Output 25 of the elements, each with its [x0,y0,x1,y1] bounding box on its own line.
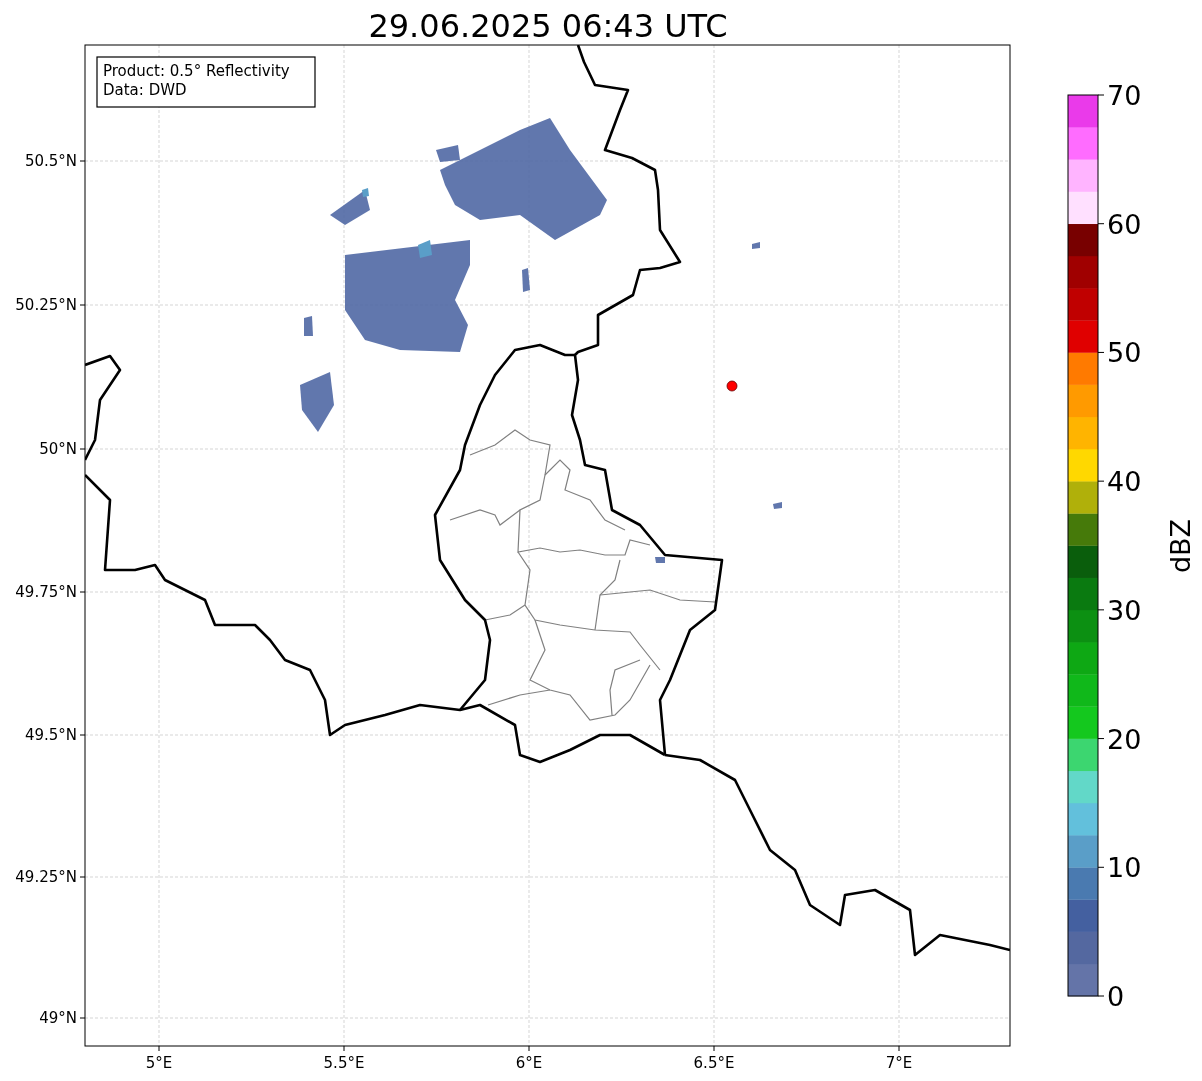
info-text: Product: 0.5° Reflectivity [103,62,290,80]
location-marker [726,380,738,392]
tick-label: 0 [1107,981,1125,1012]
tick-label: 49°N [39,1009,77,1027]
colorbar-label: dBZ [1165,518,1196,574]
tick-label: 50°N [39,440,77,458]
tick-label: 10 [1107,852,1142,884]
tick-label: 6°E [515,1054,543,1072]
tick-label: 50 [1107,337,1142,369]
tick-label: 60 [1107,208,1142,240]
tick-label: 5.5°E [323,1054,365,1072]
tick-label: 70 [1107,80,1142,111]
tick-label: 5°E [145,1054,173,1072]
tick-label: 50.5°N [24,152,77,170]
tick-label: 30 [1107,594,1142,626]
tick-label: 7°E [885,1054,913,1072]
chart-title: 29.06.2025 06:43 UTC [368,7,728,45]
tick-label: 6.5°E [693,1054,735,1072]
tick-label: 49.75°N [15,583,77,601]
tick-label: 49.25°N [15,868,77,886]
tick-label: 50.25°N [15,296,77,314]
tick-label: 40 [1107,466,1142,498]
tick-label: 49.5°N [24,726,77,744]
tick-label: 20 [1107,723,1142,755]
info-text: Data: DWD [103,81,187,99]
